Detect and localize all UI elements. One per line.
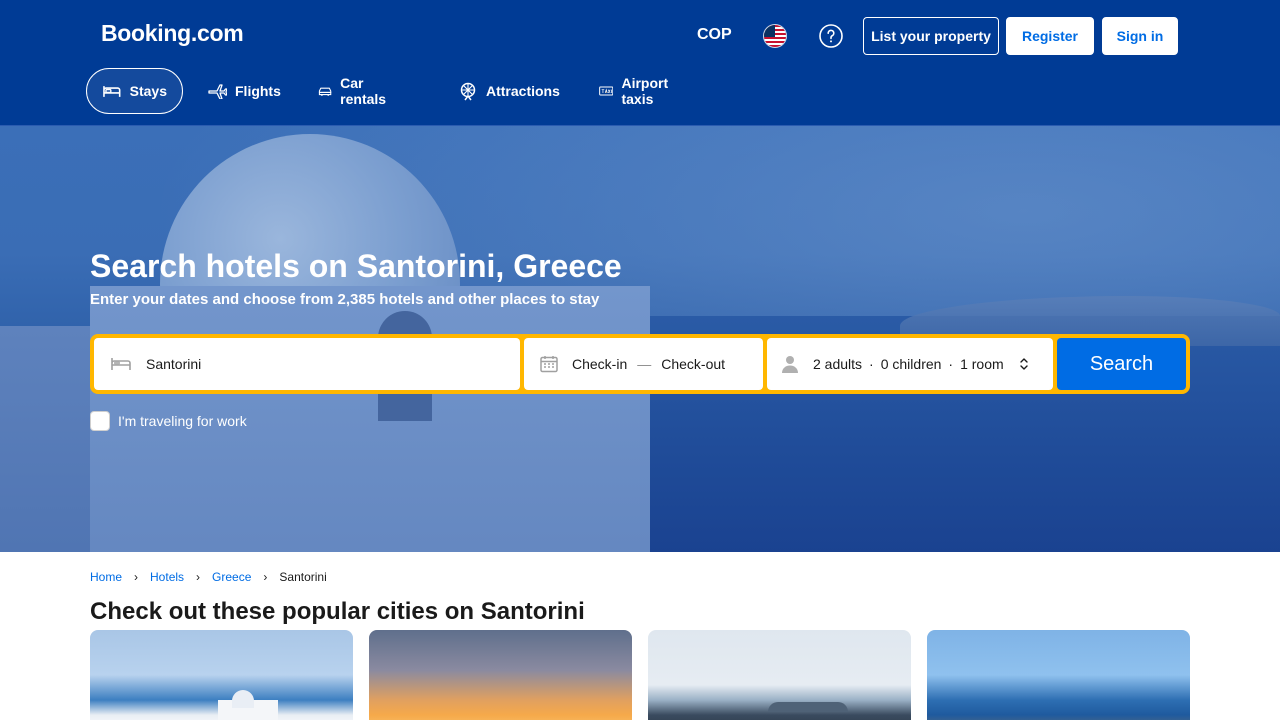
breadcrumb: Home › Hotels › Greece › Santorini: [90, 570, 327, 584]
city-card[interactable]: [369, 630, 632, 720]
hero-title: Search hotels on Santorini, Greece: [90, 248, 622, 284]
chevron-right-icon: ›: [263, 570, 268, 584]
chevron-right-icon: ›: [134, 570, 139, 584]
plane-icon: [208, 84, 227, 99]
bed-icon: [111, 358, 131, 370]
city-card[interactable]: [648, 630, 911, 720]
nav-airport-taxis-label: Airport taxis: [621, 75, 669, 107]
destination-value: Santorini: [146, 356, 202, 372]
check-out-label: Check-out: [661, 356, 726, 372]
help-icon[interactable]: [819, 24, 843, 48]
work-travel-toggle[interactable]: I'm traveling for work: [90, 411, 247, 431]
taxi-icon: [599, 86, 614, 96]
nav-flights[interactable]: Flights: [192, 68, 296, 114]
work-travel-checkbox[interactable]: [90, 411, 110, 431]
separator-dot: ·: [948, 356, 954, 372]
occupancy-selector[interactable]: 2 adults · 0 children · 1 room: [767, 338, 1053, 390]
calendar-icon: [540, 356, 558, 373]
car-icon: [318, 87, 332, 96]
nav-car-rentals-label: Car rentals: [340, 75, 387, 107]
search-button[interactable]: Search: [1057, 338, 1186, 390]
rooms-count: 1 room: [960, 356, 1004, 372]
breadcrumb-home[interactable]: Home: [90, 570, 122, 584]
date-separator: —: [637, 356, 652, 372]
nav-flights-label: Flights: [235, 83, 281, 99]
hero-banner: Search hotels on Santorini, Greece Enter…: [0, 126, 1280, 552]
us-flag-icon[interactable]: [763, 24, 787, 48]
person-icon: [782, 356, 798, 373]
check-in-label: Check-in: [572, 356, 628, 372]
nav-attractions-label: Attractions: [486, 83, 560, 99]
children-count: 0 children: [880, 356, 942, 372]
nav-car-rentals[interactable]: Car rentals: [303, 68, 407, 114]
register-button[interactable]: Register: [1006, 17, 1094, 55]
list-property-button[interactable]: List your property: [863, 17, 999, 55]
section-title: Check out these popular cities on Santor…: [90, 598, 585, 625]
city-card-image: [768, 702, 848, 712]
city-card[interactable]: [90, 630, 353, 720]
nav-airport-taxis[interactable]: Airport taxis: [584, 68, 691, 114]
sign-in-button[interactable]: Sign in: [1102, 17, 1178, 55]
site-header: Booking.com COP List your property Regis…: [0, 0, 1280, 126]
search-bar: Santorini Check-in — Check-out 2 adults …: [90, 334, 1190, 394]
nav-stays-label: Stays: [129, 83, 167, 99]
chevron-right-icon: ›: [196, 570, 201, 584]
work-travel-label: I'm traveling for work: [118, 413, 247, 429]
booking-logo[interactable]: Booking.com: [101, 20, 244, 47]
adults-count: 2 adults: [813, 356, 863, 372]
breadcrumb-current: Santorini: [279, 570, 327, 584]
ferris-wheel-icon: [460, 82, 476, 101]
date-picker[interactable]: Check-in — Check-out: [524, 338, 763, 390]
breadcrumb-greece[interactable]: Greece: [212, 570, 251, 584]
breadcrumb-hotels[interactable]: Hotels: [150, 570, 184, 584]
bed-icon: [103, 86, 121, 97]
separator-dot: ·: [869, 356, 874, 372]
chevron-updown-icon: [1019, 358, 1028, 370]
nav-attractions[interactable]: Attractions: [443, 68, 575, 114]
nav-stays[interactable]: Stays: [86, 68, 183, 114]
hero-subtitle: Enter your dates and choose from 2,385 h…: [90, 291, 600, 308]
city-card-image: [232, 690, 254, 708]
destination-input[interactable]: Santorini: [94, 338, 520, 390]
currency-selector[interactable]: COP: [697, 26, 732, 44]
city-card[interactable]: [927, 630, 1190, 720]
